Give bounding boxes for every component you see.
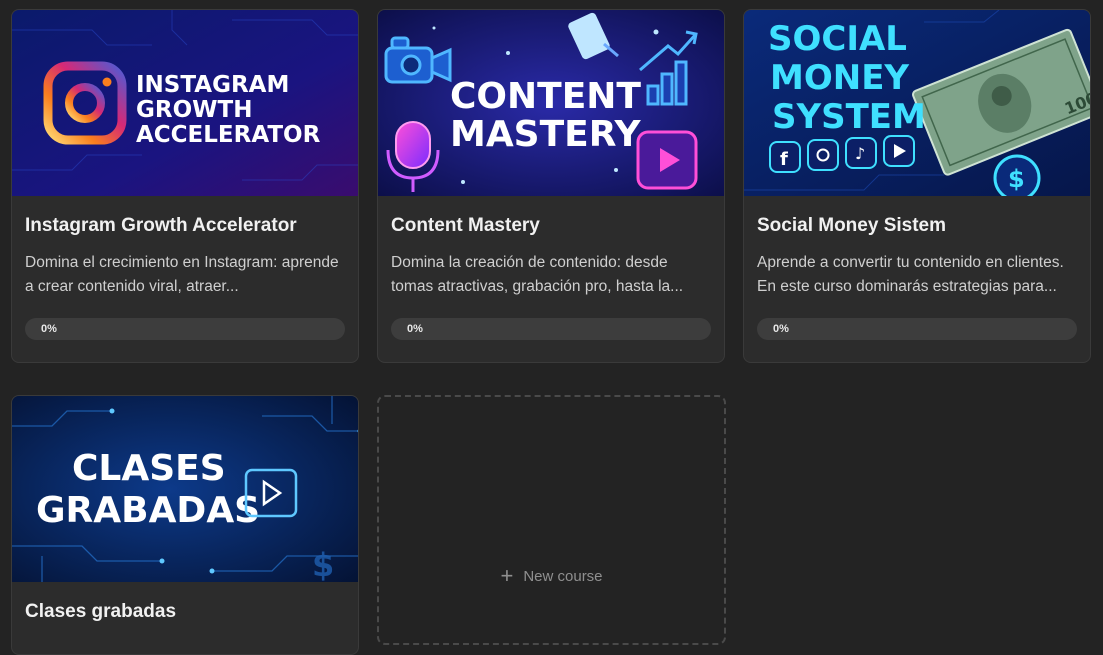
progress-label: 0% [41,323,57,335]
course-title: Clases grabadas [25,601,177,622]
thumb-line-1: INSTAGRAM [136,72,289,98]
course-title: Social Money Sistem [757,215,947,236]
course-description: Domina el crecimiento en Instagram: apre… [25,254,339,295]
progress-bar: 0% [391,318,711,340]
course-title: Content Mastery [391,215,540,236]
thumb-line-2: MASTERY [450,114,642,155]
new-course-label: New course [523,568,603,585]
course-card-social-money[interactable]: 100 $ SOCIAL MONEY SYSTEM f ♪ Social Mon… [743,9,1091,363]
svg-text:f: f [780,149,788,170]
instagram-icon [807,139,839,171]
thumb-line-1: CLASES [72,448,226,489]
course-thumbnail[interactable]: CONTENT MASTERY [378,10,724,196]
progress-label: 0% [407,323,423,335]
course-thumbnail[interactable]: INSTAGRAM GROWTH ACCELERATOR [12,10,358,196]
thumb-line-2: GROWTH [136,97,252,123]
plus-icon: + [500,563,514,588]
course-thumbnail[interactable]: CLASES GRABADAS $ [12,396,358,582]
course-card-clases-grabadas[interactable]: CLASES GRABADAS $ Clases grabadas [11,395,359,655]
course-thumbnail[interactable]: 100 $ SOCIAL MONEY SYSTEM f ♪ [744,10,1090,196]
course-card-content-mastery[interactable]: CONTENT MASTERY Content Mastery Domina l… [377,9,725,363]
thumb-line-1: CONTENT [450,76,641,117]
play-button-icon [636,130,698,190]
new-course-button[interactable]: + New course [377,395,726,645]
progress-bar: 0% [757,318,1077,340]
svg-text:$: $ [1008,165,1025,193]
thumb-line-3: SYSTEM [772,97,926,137]
course-card-instagram[interactable]: INSTAGRAM GROWTH ACCELERATOR Instagram G… [11,9,359,363]
thumb-line-1: SOCIAL [768,19,907,59]
progress-label: 0% [773,323,789,335]
course-description: Aprende a convertir tu contenido en clie… [757,254,1064,295]
dollar-sign-icon: $ [312,546,334,582]
new-course-content[interactable]: + New course [379,563,724,589]
thumb-line-2: MONEY [770,58,909,98]
course-description: Domina la creación de contenido: desde t… [391,254,684,295]
thumb-line-3: ACCELERATOR [136,122,321,148]
svg-text:♪: ♪ [855,144,865,163]
thumb-line-2: GRABADAS [36,490,260,531]
dollar-coin-icon: $ [993,154,1041,196]
course-title: Instagram Growth Accelerator [25,215,297,236]
progress-bar: 0% [25,318,345,340]
